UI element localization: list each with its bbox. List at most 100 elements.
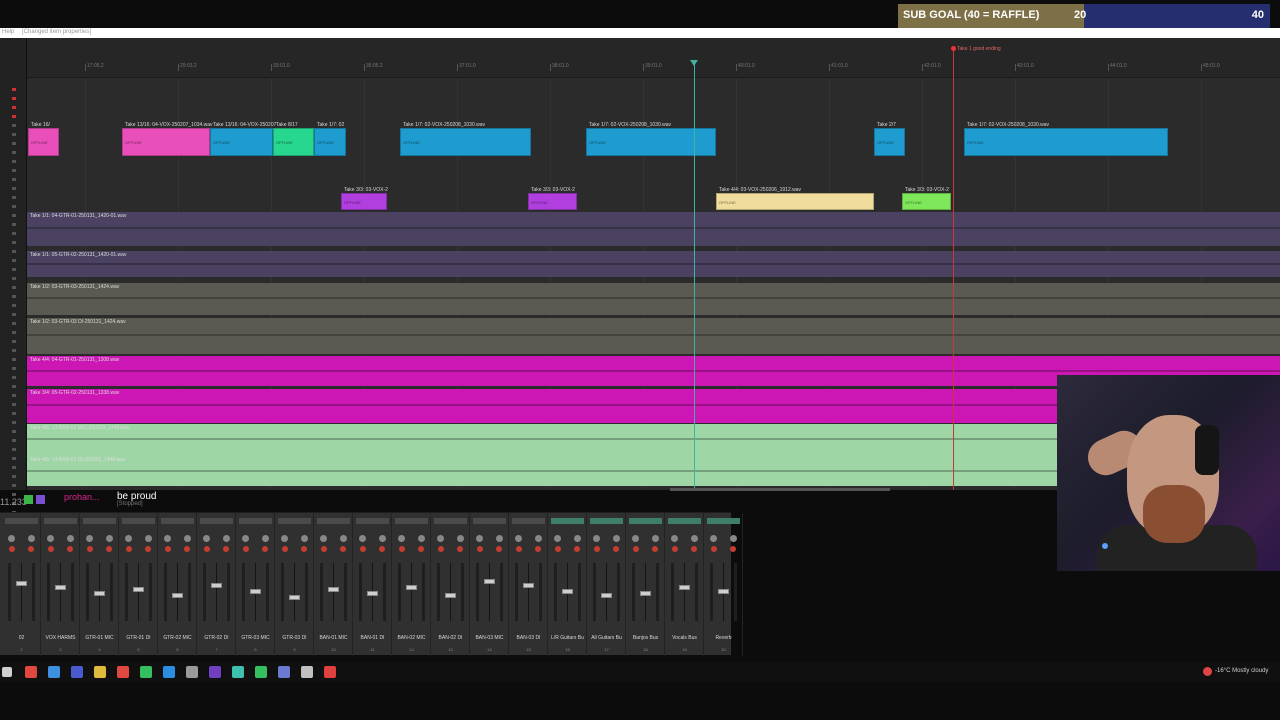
spotify-icon[interactable] (140, 666, 152, 678)
width-knob[interactable] (496, 535, 503, 542)
pan-knob[interactable] (242, 535, 249, 542)
track-button[interactable] (12, 286, 16, 289)
channel-fx-slot[interactable] (44, 518, 77, 524)
track-button[interactable] (12, 493, 16, 496)
track-button[interactable] (12, 403, 16, 406)
track-button[interactable] (12, 160, 16, 163)
reaper-icon[interactable] (301, 666, 313, 678)
track-button[interactable] (12, 466, 16, 469)
folder-icon[interactable] (94, 666, 106, 678)
track-button[interactable] (12, 322, 16, 325)
record-arm-button[interactable] (477, 546, 483, 552)
track-button[interactable] (12, 133, 16, 136)
mixer-channel-strip[interactable]: BAN-01 MIC 10 (314, 513, 353, 656)
weather-text[interactable]: -16°C Mostly cloudy (1215, 668, 1268, 674)
track-button[interactable] (12, 88, 16, 91)
channel-fx-slot[interactable] (551, 518, 584, 524)
media-item[interactable]: Take 3/3: 03-VOX-2 OFFLINE (902, 187, 951, 210)
record-arm-button[interactable] (184, 546, 190, 552)
record-arm-button[interactable] (87, 546, 93, 552)
track-button[interactable] (12, 223, 16, 226)
record-arm-button[interactable] (633, 546, 639, 552)
pan-knob[interactable] (203, 535, 210, 542)
record-arm-button[interactable] (28, 546, 34, 552)
width-knob[interactable] (730, 535, 737, 542)
record-arm-button[interactable] (106, 546, 112, 552)
mixer-channel-strip[interactable]: GTR-01 DI 5 (119, 513, 158, 656)
volume-fader[interactable] (640, 591, 651, 596)
mixer-channel-strip[interactable]: BAN-01 DI 11 (353, 513, 392, 656)
record-arm-button[interactable] (457, 546, 463, 552)
track-button[interactable] (12, 367, 16, 370)
pan-knob[interactable] (710, 535, 717, 542)
mixer-channel-strip[interactable]: Reverb 20 (704, 513, 743, 656)
track-button[interactable] (12, 169, 16, 172)
volume-fader[interactable] (55, 585, 66, 590)
track-button[interactable] (12, 385, 16, 388)
pan-knob[interactable] (515, 535, 522, 542)
mixer-channel-strip[interactable]: All Guitars Bu 17 (587, 513, 626, 656)
track-control-panel[interactable] (0, 38, 27, 514)
media-item[interactable]: Take 1/7: 02-VOX-250208_1030.wav OFFLINE (964, 122, 1168, 156)
record-arm-button[interactable] (399, 546, 405, 552)
width-knob[interactable] (574, 535, 581, 542)
track-button[interactable] (12, 376, 16, 379)
mixer-channel-strip[interactable]: VOX HARMS 3 (41, 513, 80, 656)
width-knob[interactable] (418, 535, 425, 542)
track-button[interactable] (12, 196, 16, 199)
help-menu[interactable]: Help (2, 29, 14, 35)
track-lane[interactable]: Take 1/1: 04-GTR-01-250131_1420-01.wav (27, 212, 1280, 246)
width-knob[interactable] (340, 535, 347, 542)
track-button[interactable] (12, 313, 16, 316)
record-arm-button[interactable] (262, 546, 268, 552)
pan-knob[interactable] (47, 535, 54, 542)
channel-fx-slot[interactable] (668, 518, 701, 524)
width-knob[interactable] (457, 535, 464, 542)
settings-icon[interactable] (186, 666, 198, 678)
track-lane[interactable]: Take 1/2: 03-GTR-03 DI-250131_1424.wav (27, 318, 1280, 354)
width-knob[interactable] (652, 535, 659, 542)
width-knob[interactable] (691, 535, 698, 542)
pan-knob[interactable] (476, 535, 483, 542)
volume-fader[interactable] (484, 579, 495, 584)
media-item[interactable]: Take 13/16: 04-VOX-250207 OFFLINE (210, 122, 276, 156)
spotify-icon[interactable] (255, 666, 267, 678)
width-knob[interactable] (184, 535, 191, 542)
volume-fader[interactable] (406, 585, 417, 590)
media-item[interactable]: Take 8/17 OFFLINE (273, 122, 314, 156)
width-knob[interactable] (106, 535, 113, 542)
record-arm-button[interactable] (438, 546, 444, 552)
media-item[interactable]: Take 2/7 OFFLINE (874, 122, 905, 156)
horizontal-scrollbar[interactable] (670, 488, 890, 491)
mixer-channel-strip[interactable]: BAN-03 DI 15 (509, 513, 548, 656)
record-arm-button[interactable] (321, 546, 327, 552)
record-arm-button[interactable] (145, 546, 151, 552)
volume-fader[interactable] (172, 593, 183, 598)
record-arm-button[interactable] (48, 546, 54, 552)
track-button[interactable] (12, 484, 16, 487)
record-arm-button[interactable] (574, 546, 580, 552)
record-icon[interactable] (324, 666, 336, 678)
width-knob[interactable] (223, 535, 230, 542)
mixer-panel[interactable]: 02 2 VOX HARMS 3 GTR-01 MIC 4 GTR-01 DI 5 GTR-02… (0, 512, 743, 656)
channel-fx-slot[interactable] (434, 518, 467, 524)
track-button[interactable] (12, 115, 16, 118)
track-button[interactable] (12, 457, 16, 460)
track-button[interactable] (12, 187, 16, 190)
track-lane[interactable]: Take 1/1: 05-GTR-02-250131_1420-01.wav (27, 251, 1280, 277)
track-button[interactable] (12, 214, 16, 217)
channel-fx-slot[interactable] (356, 518, 389, 524)
record-arm-button[interactable] (594, 546, 600, 552)
channel-fx-slot[interactable] (5, 518, 38, 524)
media-item[interactable]: Take 1/7: 02 OFFLINE (314, 122, 346, 156)
width-knob[interactable] (145, 535, 152, 542)
obs-icon[interactable] (209, 666, 221, 678)
record-arm-button[interactable] (301, 546, 307, 552)
channel-fx-slot[interactable] (122, 518, 155, 524)
volume-fader[interactable] (211, 583, 222, 588)
channel-fx-slot[interactable] (590, 518, 623, 524)
track-button[interactable] (12, 232, 16, 235)
record-arm-button[interactable] (67, 546, 73, 552)
record-arm-button[interactable] (9, 546, 15, 552)
track-button[interactable] (12, 394, 16, 397)
